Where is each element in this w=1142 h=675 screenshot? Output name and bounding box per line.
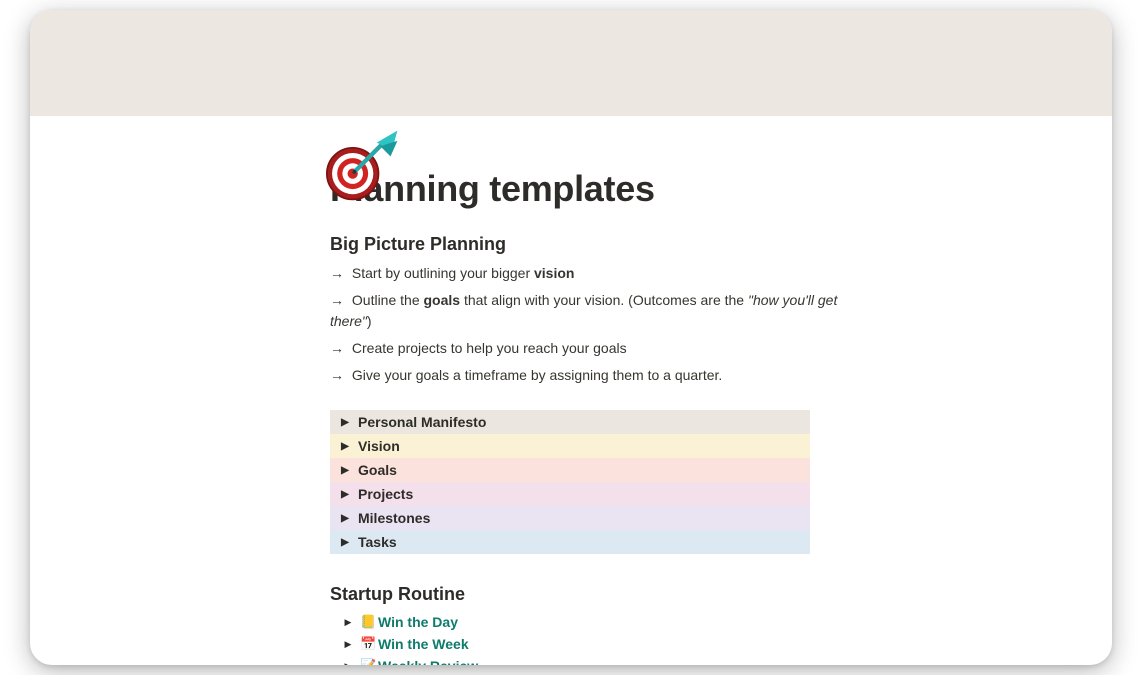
- caret-right-icon: ▶: [338, 439, 352, 453]
- calendar-icon: 📅: [360, 636, 378, 652]
- toggle-label: Projects: [358, 486, 413, 502]
- bullet-item: → Create projects to help you reach your…: [330, 338, 868, 360]
- bullet-item: → Give your goals a timeframe by assigni…: [330, 365, 868, 387]
- caret-right-icon: ▶: [338, 511, 352, 525]
- notebook-icon: 📒: [360, 614, 378, 630]
- toggle-label: Milestones: [358, 510, 430, 526]
- section-heading-startup-routine: Startup Routine: [330, 584, 868, 605]
- toggle-list: ▶ Personal Manifesto ▶ Vision ▶ Goals ▶ …: [330, 410, 810, 554]
- arrow-icon: →: [330, 290, 344, 312]
- toggle-vision[interactable]: ▶ Vision: [330, 434, 810, 458]
- caret-right-icon: ▶: [338, 535, 352, 549]
- memo-icon: 📝: [360, 658, 378, 665]
- toggle-label: Tasks: [358, 534, 397, 550]
- routine-list: ▶ 📒 Win the Day ▶ 📅 Win the Week ▶ 📝 Wee…: [330, 611, 868, 665]
- toggle-label: Vision: [358, 438, 400, 454]
- routine-item-win-the-day[interactable]: ▶ 📒 Win the Day: [330, 611, 868, 633]
- toggle-goals[interactable]: ▶ Goals: [330, 458, 810, 482]
- toggle-personal-manifesto[interactable]: ▶ Personal Manifesto: [330, 410, 810, 434]
- bullet-list: → Start by outlining your bigger vision …: [330, 263, 868, 386]
- caret-right-icon: ▶: [342, 637, 354, 651]
- routine-item-win-the-week[interactable]: ▶ 📅 Win the Week: [330, 633, 868, 655]
- arrow-icon: →: [330, 338, 344, 360]
- arrow-icon: →: [330, 263, 344, 285]
- caret-right-icon: ▶: [338, 415, 352, 429]
- bullet-item: → Start by outlining your bigger vision: [330, 263, 868, 285]
- routine-label: Win the Day: [378, 614, 458, 630]
- routine-item-weekly-review[interactable]: ▶ 📝 Weekly Review: [330, 655, 868, 665]
- toggle-milestones[interactable]: ▶ Milestones: [330, 506, 810, 530]
- app-window: Planning templates Big Picture Planning …: [30, 10, 1112, 665]
- arrow-icon: →: [330, 365, 344, 387]
- routine-label: Weekly Review: [378, 658, 478, 665]
- page-content: Planning templates Big Picture Planning …: [30, 168, 868, 665]
- caret-right-icon: ▶: [342, 615, 354, 629]
- caret-right-icon: ▶: [338, 463, 352, 477]
- section-heading-big-picture: Big Picture Planning: [330, 234, 868, 255]
- caret-right-icon: ▶: [342, 659, 354, 665]
- page-title: Planning templates: [330, 168, 868, 210]
- toggle-label: Goals: [358, 462, 397, 478]
- toggle-projects[interactable]: ▶ Projects: [330, 482, 810, 506]
- toggle-label: Personal Manifesto: [358, 414, 486, 430]
- bullet-item: → Outline the goals that align with your…: [330, 290, 868, 333]
- routine-label: Win the Week: [378, 636, 469, 652]
- page-icon-dart-target[interactable]: [320, 122, 406, 208]
- page-cover: [30, 10, 1112, 116]
- toggle-tasks[interactable]: ▶ Tasks: [330, 530, 810, 554]
- caret-right-icon: ▶: [338, 487, 352, 501]
